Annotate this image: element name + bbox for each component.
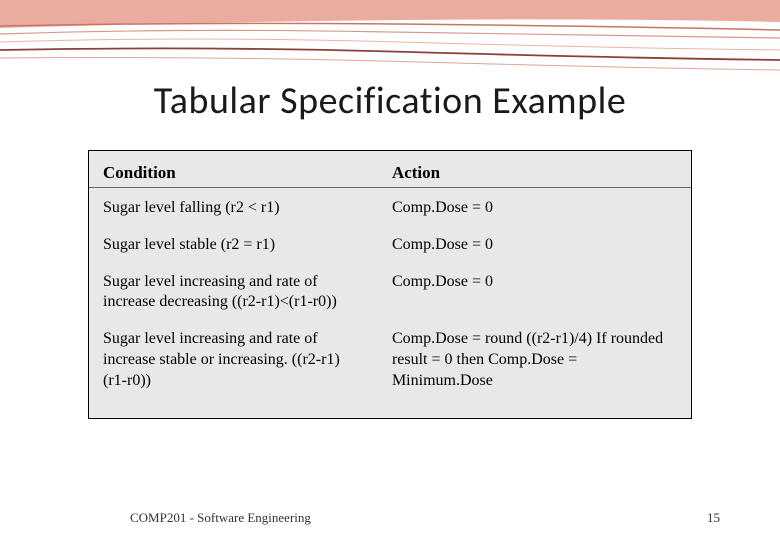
table-header-row: Condition Action bbox=[89, 157, 691, 188]
table-row: Sugar level stable (r2 = r1) Comp.Dose =… bbox=[89, 225, 691, 262]
cell-action: Comp.Dose = 0 bbox=[378, 225, 691, 262]
specification-table: Condition Action Sugar level falling (r2… bbox=[89, 157, 691, 398]
cell-action: Comp.Dose = round ((r2-r1)/4) If rounded… bbox=[378, 319, 691, 397]
slide-header-decoration bbox=[0, 0, 780, 85]
table-row: Sugar level increasing and rate of incre… bbox=[89, 319, 691, 397]
table-row: Sugar level falling (r2 < r1) Comp.Dose … bbox=[89, 188, 691, 225]
header-action: Action bbox=[378, 157, 691, 188]
cell-condition: Sugar level increasing and rate of incre… bbox=[89, 262, 378, 320]
cell-action: Comp.Dose = 0 bbox=[378, 188, 691, 225]
header-condition: Condition bbox=[89, 157, 378, 188]
cell-condition: Sugar level stable (r2 = r1) bbox=[89, 225, 378, 262]
cell-action: Comp.Dose = 0 bbox=[378, 262, 691, 320]
page-number: 15 bbox=[707, 510, 720, 526]
slide-title: Tabular Specification Example bbox=[0, 78, 780, 124]
cell-condition: Sugar level increasing and rate of incre… bbox=[89, 319, 378, 397]
cell-condition: Sugar level falling (r2 < r1) bbox=[89, 188, 378, 225]
footer-course-label: COMP201 - Software Engineering bbox=[130, 510, 311, 526]
specification-table-container: Condition Action Sugar level falling (r2… bbox=[88, 150, 692, 419]
table-row: Sugar level increasing and rate of incre… bbox=[89, 262, 691, 320]
